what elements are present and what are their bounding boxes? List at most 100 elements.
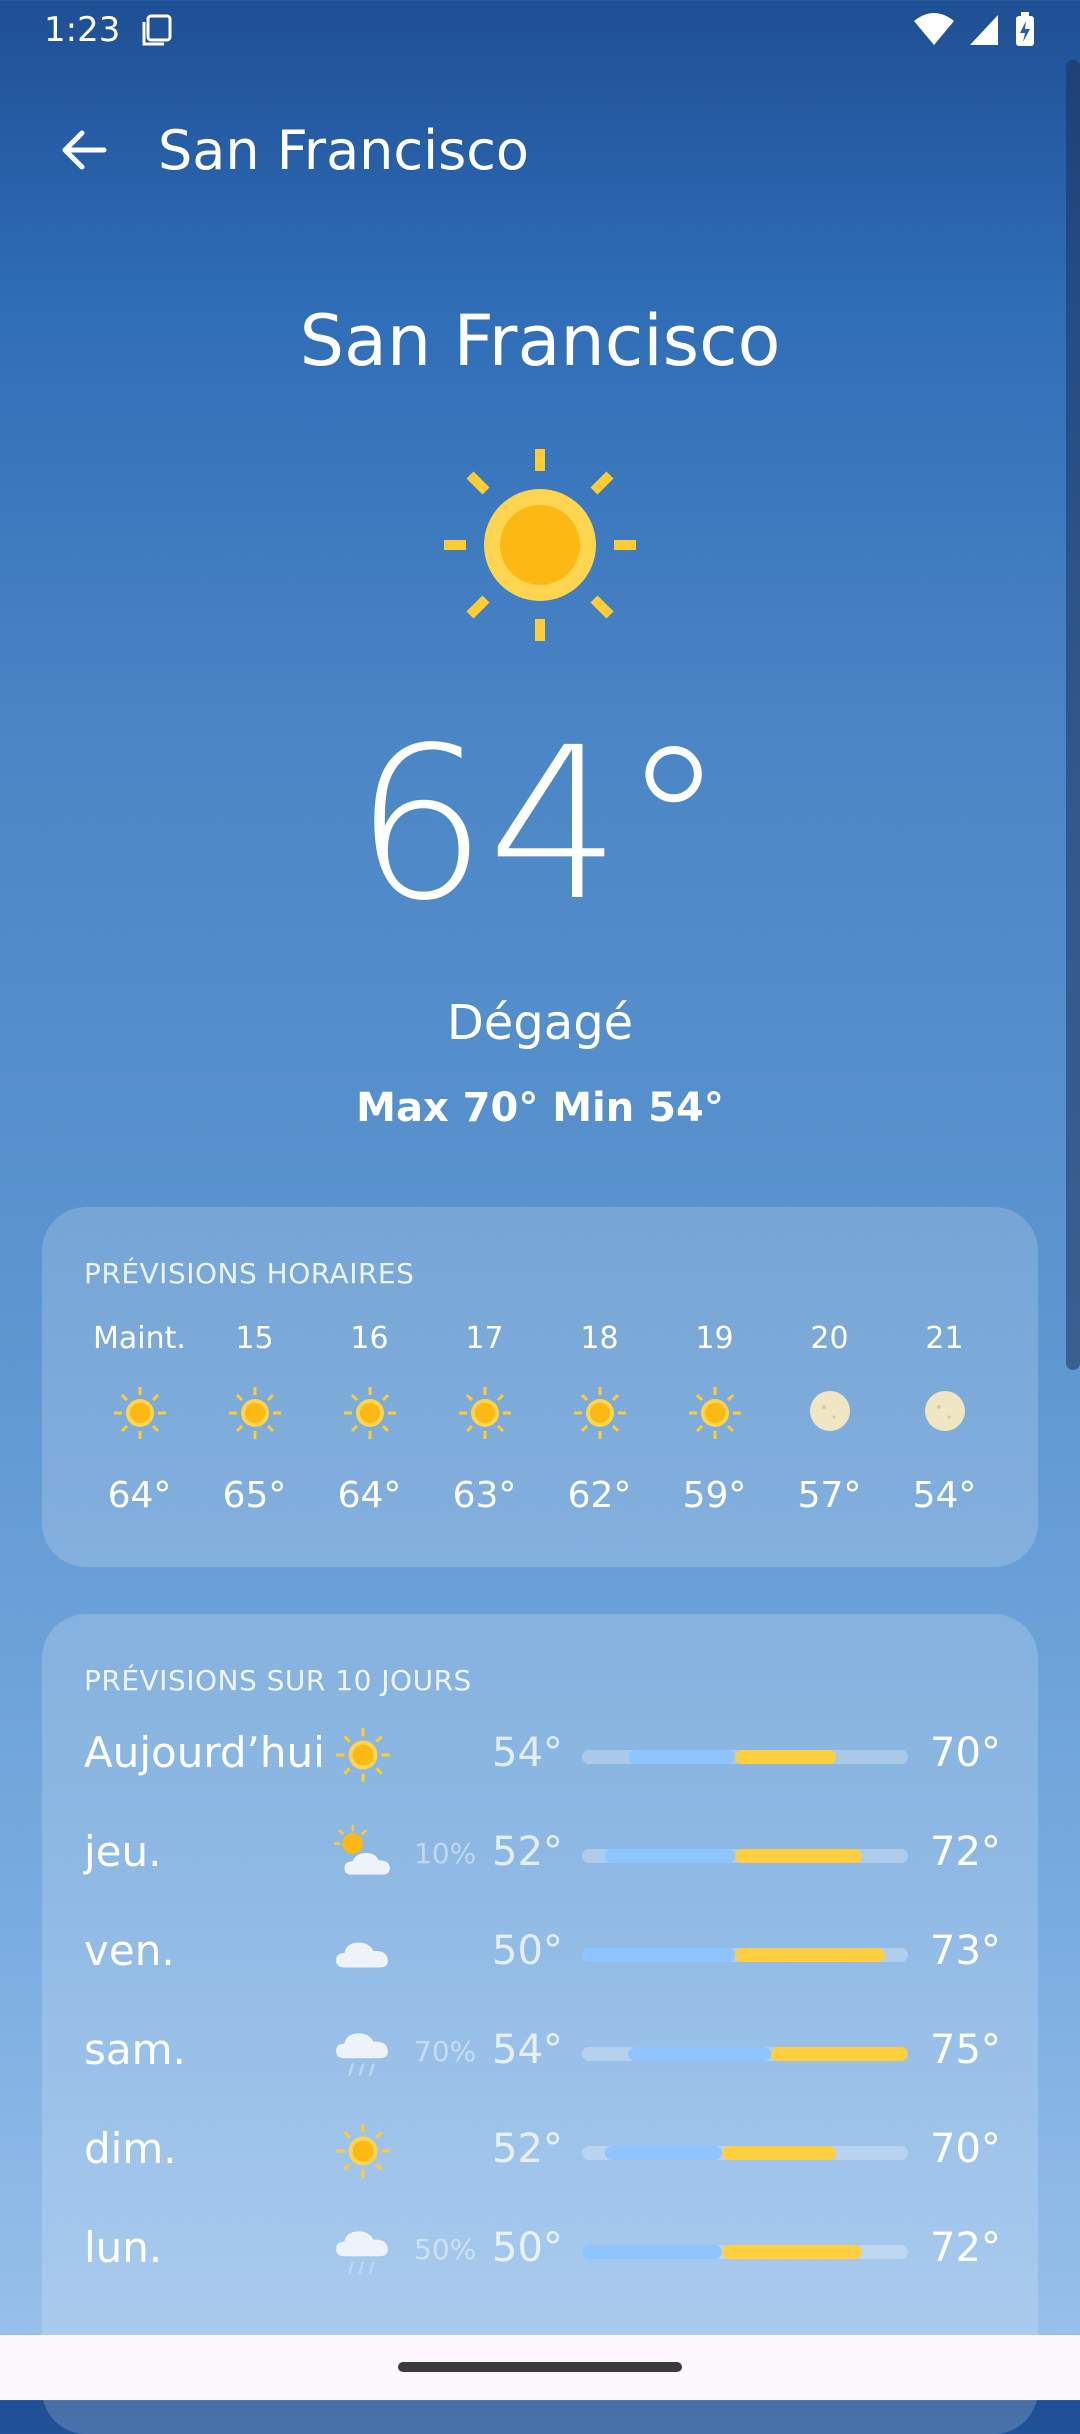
hour-label: 19	[695, 1321, 734, 1356]
screenshot-notification-icon	[142, 14, 172, 46]
temperature-range-warm	[722, 2146, 837, 2160]
temperature-range-cool	[604, 1849, 736, 1863]
hour-label: Maint.	[93, 1321, 186, 1356]
temperature-range-bar	[582, 2146, 908, 2160]
app-bar: San Francisco	[0, 90, 1080, 210]
daily-row: jeu. 10% 52° 72°	[42, 1813, 1038, 1893]
current-range: Max 70° Min 54°	[356, 1085, 724, 1131]
current-temperature: 64°	[353, 702, 727, 947]
day-name: sam.	[84, 2025, 186, 2074]
daily-row: lun. 50% 50° 72°	[42, 2209, 1038, 2289]
hour-temperature: 64°	[107, 1475, 172, 1516]
hour-temperature: 57°	[797, 1475, 862, 1516]
temperature-range-bar	[582, 1849, 908, 1863]
day-high-temperature: 72°	[930, 1829, 1001, 1875]
cloud-icon	[332, 1922, 394, 1984]
home-gesture-handle[interactable]	[398, 2362, 682, 2372]
daily-row: sam. 70% 54° 75°	[42, 2011, 1038, 2091]
sun-icon	[110, 1383, 170, 1443]
sun-icon	[225, 1383, 285, 1443]
moon-icon	[800, 1383, 860, 1443]
hour-temperature: 59°	[682, 1475, 747, 1516]
hourly-item: 19 59°	[657, 1319, 772, 1516]
temperature-range-bar	[582, 2047, 908, 2061]
sun-icon	[455, 1383, 515, 1443]
city-name: San Francisco	[299, 300, 781, 382]
daily-forecast-card: PRÉVISIONS SUR 10 JOURS Aujourd’hui 54° 70…	[42, 1614, 1038, 2434]
day-high-temperature: 72°	[930, 2225, 1001, 2271]
day-name: jeu.	[84, 1827, 162, 1876]
app-bar-title: San Francisco	[158, 118, 529, 182]
day-low-temperature: 50°	[492, 1928, 563, 1974]
temperature-range-cool	[604, 2146, 723, 2160]
day-high-temperature: 70°	[930, 2126, 1001, 2172]
hourly-item: 21 54°	[887, 1319, 1002, 1516]
hour-label: 20	[810, 1321, 849, 1356]
hour-label: 15	[235, 1321, 274, 1356]
current-condition: Dégagé	[446, 995, 634, 1051]
day-high-temperature: 75°	[930, 2027, 1001, 2073]
hour-label: 16	[350, 1321, 389, 1356]
rain-icon	[332, 2219, 394, 2281]
day-low-temperature: 54°	[492, 1730, 563, 1776]
precipitation-chance: 10%	[414, 1837, 477, 1870]
day-name: dim.	[84, 2124, 177, 2173]
hour-label: 17	[465, 1321, 504, 1356]
scrollbar[interactable]	[1066, 60, 1080, 1370]
arrow-back-icon	[62, 130, 107, 170]
day-high-temperature: 73°	[930, 1928, 1001, 1974]
wifi-icon	[914, 13, 954, 45]
sun-icon	[332, 2120, 394, 2182]
hour-label: 18	[580, 1321, 619, 1356]
daily-row: dim. 52° 70°	[42, 2110, 1038, 2190]
hour-temperature: 65°	[222, 1475, 287, 1516]
day-low-temperature: 52°	[492, 2126, 563, 2172]
sun-icon	[570, 1383, 630, 1443]
temperature-range-warm	[735, 1849, 863, 1863]
day-low-temperature: 52°	[492, 1829, 563, 1875]
status-bar: 1:23	[0, 0, 1080, 60]
temperature-range-warm	[722, 2245, 863, 2259]
cellular-signal-icon	[970, 15, 998, 45]
hour-temperature: 64°	[337, 1475, 402, 1516]
precipitation-chance: 70%	[414, 2035, 477, 2068]
hourly-item: Maint. 64°	[82, 1319, 197, 1516]
temperature-range-bar	[582, 1948, 908, 1962]
daily-forecast-title: PRÉVISIONS SUR 10 JOURS	[84, 1664, 472, 1697]
temperature-range-cool	[582, 1948, 736, 1962]
hourly-item: 20 57°	[772, 1319, 887, 1516]
hourly-forecast-card: PRÉVISIONS HORAIRES Maint. 64° 15 65° 16 64° 1…	[42, 1207, 1038, 1567]
day-low-temperature: 50°	[492, 2225, 563, 2271]
hour-temperature: 54°	[912, 1475, 977, 1516]
hourly-item: 17 63°	[427, 1319, 542, 1516]
temperature-range-warm	[735, 1948, 886, 1962]
temperature-range-warm	[735, 1750, 837, 1764]
sun-icon	[685, 1383, 745, 1443]
temperature-range-bar	[582, 1750, 908, 1764]
temperature-range-cool	[582, 2245, 723, 2259]
temperature-range-bar	[582, 2245, 908, 2259]
hour-temperature: 62°	[567, 1475, 632, 1516]
day-name: ven.	[84, 1926, 175, 1975]
temperature-range-cool	[627, 1750, 736, 1764]
precipitation-chance: 50%	[414, 2233, 477, 2266]
day-name: lun.	[84, 2223, 163, 2272]
hour-temperature: 63°	[452, 1475, 517, 1516]
navigation-bar	[0, 2335, 1080, 2400]
daily-row: ven. 50° 73°	[42, 1912, 1038, 1992]
hour-label: 21	[925, 1321, 964, 1356]
temperature-range-warm	[771, 2047, 908, 2061]
sun-icon	[332, 1724, 394, 1786]
moon-icon	[915, 1383, 975, 1443]
battery-charging-icon	[1016, 12, 1034, 46]
sun-icon	[340, 1383, 400, 1443]
day-name: Aujourd’hui	[84, 1728, 325, 1777]
partly-cloudy-icon	[332, 1823, 394, 1885]
hourly-item: 18 62°	[542, 1319, 657, 1516]
back-button[interactable]	[28, 95, 138, 205]
sun-icon	[444, 449, 636, 641]
day-low-temperature: 54°	[492, 2027, 563, 2073]
hourly-item: 15 65°	[197, 1319, 312, 1516]
status-time: 1:23	[44, 10, 121, 50]
day-high-temperature: 70°	[930, 1730, 1001, 1776]
